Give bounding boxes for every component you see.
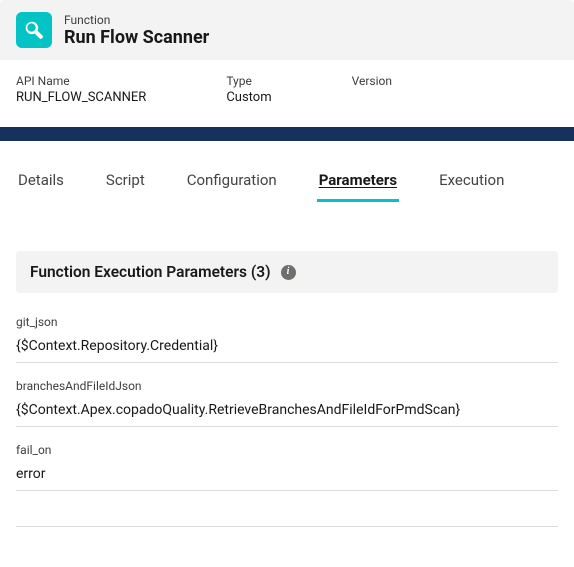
param-label: branchesAndFileIdJson (16, 379, 558, 393)
param-label: git_json (16, 315, 558, 329)
param-input-branches-fileid[interactable] (16, 402, 558, 427)
param-input-git-json[interactable] (16, 338, 558, 363)
page-title: Run Flow Scanner (64, 27, 209, 48)
tab-execution[interactable]: Execution (437, 165, 506, 202)
param-list: git_json branchesAndFileIdJson fail_on (16, 293, 558, 527)
info-icon[interactable]: i (281, 265, 296, 280)
tabs: Details Script Configuration Parameters … (0, 165, 574, 203)
parameters-section: Function Execution Parameters (3) i git_… (0, 251, 574, 527)
tab-parameters[interactable]: Parameters (317, 165, 399, 202)
param-row: git_json (16, 299, 558, 363)
section-header: Function Execution Parameters (3) i (16, 251, 558, 293)
meta-row: API Name RUN_FLOW_SCANNER Type Custom Ve… (0, 60, 574, 127)
meta-type: Type Custom (226, 74, 271, 105)
header-text: Function Run Flow Scanner (64, 13, 209, 48)
param-row: fail_on (16, 427, 558, 491)
param-empty-row (16, 503, 558, 527)
meta-label-version: Version (352, 74, 392, 88)
meta-label-type: Type (226, 74, 271, 88)
section-title: Function Execution Parameters (3) (30, 263, 271, 281)
param-input-fail-on[interactable] (16, 466, 558, 491)
object-label: Function (64, 13, 209, 27)
meta-value-api-name: RUN_FLOW_SCANNER (16, 90, 146, 105)
separator-bar (0, 127, 574, 141)
record-header: Function Run Flow Scanner (0, 0, 574, 60)
tab-script[interactable]: Script (104, 165, 147, 202)
wrench-icon (24, 20, 44, 40)
tab-details[interactable]: Details (16, 165, 66, 202)
meta-label-api-name: API Name (16, 74, 146, 88)
meta-api-name: API Name RUN_FLOW_SCANNER (16, 74, 146, 105)
function-icon (16, 12, 52, 48)
param-row: branchesAndFileIdJson (16, 363, 558, 427)
meta-version: Version (352, 74, 392, 105)
tab-configuration[interactable]: Configuration (185, 165, 279, 202)
param-label: fail_on (16, 443, 558, 457)
meta-value-type: Custom (226, 90, 271, 105)
